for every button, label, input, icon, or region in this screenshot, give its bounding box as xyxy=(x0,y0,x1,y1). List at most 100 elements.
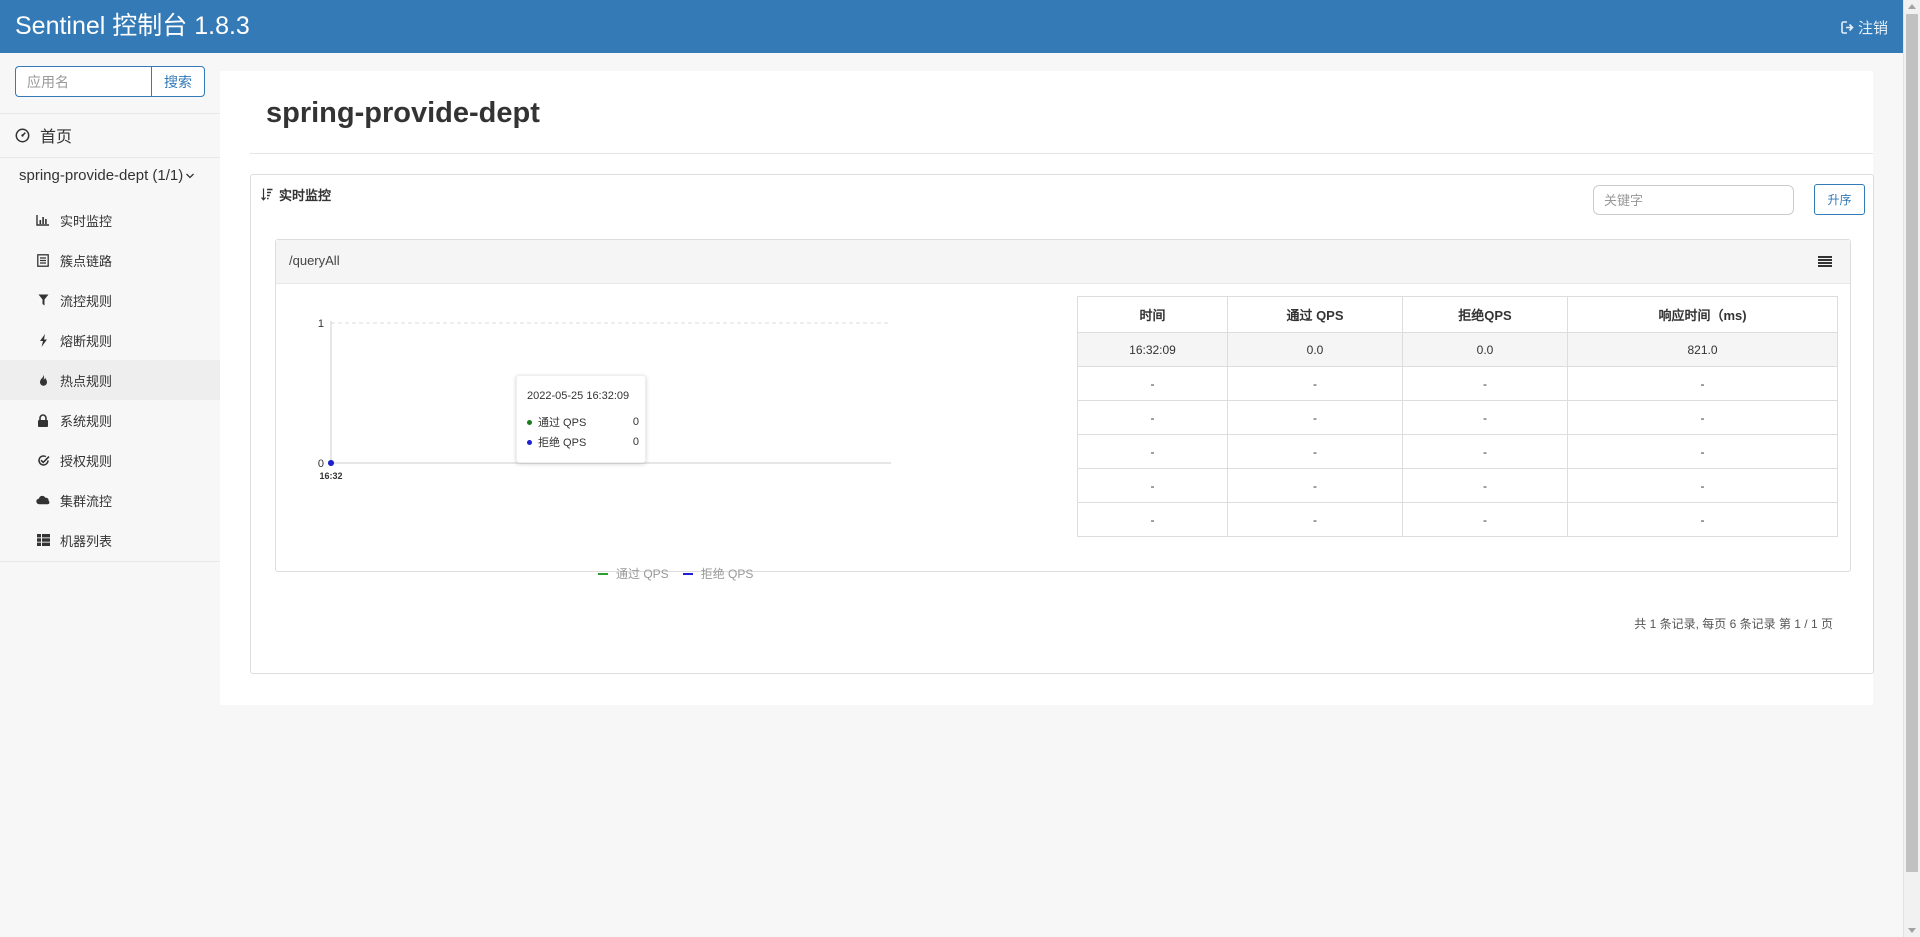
table-cell: - xyxy=(1077,502,1228,537)
scroll-down-arrow-icon[interactable] xyxy=(1908,928,1916,933)
menu-label: 熔断规则 xyxy=(60,333,113,349)
th-block-qps: 拒绝QPS xyxy=(1402,296,1568,333)
chart-legend: 通过 QPS 拒绝 QPS xyxy=(598,565,753,582)
table-row: - - - - xyxy=(1077,366,1838,401)
app-search: 搜索 xyxy=(15,66,205,97)
table-header-row: 时间 通过 QPS 拒绝QPS 响应时间（ms) xyxy=(1077,296,1838,333)
table-row: - - - - xyxy=(1077,468,1838,503)
scroll-up-arrow-icon[interactable] xyxy=(1908,4,1916,9)
keyword-input[interactable] xyxy=(1593,185,1794,215)
menu-label: 簇点链路 xyxy=(60,253,113,269)
menu-label: 流控规则 xyxy=(60,293,113,309)
menu-hamburger-icon[interactable] xyxy=(1818,256,1832,267)
table-cell: - xyxy=(1402,468,1568,503)
legend-item-block[interactable]: 拒绝 QPS xyxy=(682,565,754,582)
tooltip-label: 拒绝 QPS xyxy=(538,437,587,449)
resource-card-header: /queryAll xyxy=(276,240,1850,284)
legend-label: 拒绝 QPS xyxy=(700,567,754,581)
sign-out-icon xyxy=(1841,21,1854,34)
sidebar-divider xyxy=(0,157,220,158)
pagination-info: 共 1 条记录, 每页 6 条记录 第 1 / 1 页 xyxy=(1634,617,1833,631)
table-cell: - xyxy=(1567,366,1838,401)
sidebar-item-home[interactable]: 首页 xyxy=(15,123,72,147)
sidebar-item-authority-rules[interactable]: 授权规则 xyxy=(0,440,220,480)
series-point-1 xyxy=(328,460,334,466)
legend-item-pass[interactable]: 通过 QPS xyxy=(598,565,669,582)
th-time: 时间 xyxy=(1077,296,1228,333)
chevron-down-icon xyxy=(186,173,195,178)
app-search-input[interactable] xyxy=(15,66,151,97)
table-cell: - xyxy=(1077,400,1228,435)
sidebar-item-degrade-rules[interactable]: 熔断规则 xyxy=(0,320,220,360)
lock-icon xyxy=(36,413,50,427)
menu-label: 机器列表 xyxy=(60,533,113,549)
tooltip-row-block: 拒绝 QPS 0 xyxy=(527,434,639,450)
table-row: - - - - xyxy=(1077,400,1838,435)
sidebar-item-realtime-monitor[interactable]: 实时监控 xyxy=(0,200,220,240)
legend-swatch-pass xyxy=(598,572,608,575)
menu-label: 集群流控 xyxy=(60,493,113,509)
table-cell: - xyxy=(1402,366,1568,401)
table-cell: - xyxy=(1402,502,1568,537)
dashboard-icon xyxy=(15,128,30,142)
tooltip-dot-block xyxy=(527,439,532,445)
sidebar-item-cluster-flow[interactable]: 集群流控 xyxy=(0,480,220,520)
table-cell: - xyxy=(1227,366,1403,401)
sidebar-item-flow-rules[interactable]: 流控规则 xyxy=(0,280,220,320)
th-pass-qps: 通过 QPS xyxy=(1227,296,1403,333)
brand-title[interactable]: Sentinel 控制台 1.8.3 xyxy=(15,10,250,42)
x-tick-label: 16:32 xyxy=(319,471,342,481)
menu-label: 实时监控 xyxy=(60,213,113,229)
sidebar: 搜索 首页 spring-provide-dept (1/1) 实时监控 簇点链… xyxy=(0,53,220,937)
legend-label: 通过 QPS xyxy=(616,567,669,581)
menu-label: 授权规则 xyxy=(60,453,113,469)
tooltip-value: 0 xyxy=(632,416,639,428)
tooltip-time: 2022-05-25 16:32:09 xyxy=(527,390,630,402)
app-label: spring-provide-dept (1/1) xyxy=(19,167,184,184)
qps-line-chart: 1 0 16:32 2022-05-25 16:32:09 通过 QPS 0 拒绝 … xyxy=(286,290,906,581)
th-rt: 响应时间（ms) xyxy=(1567,296,1838,333)
fire-icon xyxy=(36,373,50,387)
tooltip-dot-pass xyxy=(527,419,532,425)
table-cell: - xyxy=(1227,468,1403,503)
table-cell: - xyxy=(1402,400,1568,435)
logout-label: 注销 xyxy=(1857,20,1888,37)
filter-icon xyxy=(36,293,50,307)
table-cell: - xyxy=(1227,434,1403,469)
table-cell: - xyxy=(1567,468,1838,503)
y-tick-label: 1 xyxy=(318,318,324,330)
table-row: 16:32:09 0.0 0.0 821.0 xyxy=(1077,332,1838,367)
main-content: spring-provide-dept 实时监控 升序 /queryAll 1 0… xyxy=(220,71,1874,705)
menu-label: 系统规则 xyxy=(60,413,113,429)
tooltip-label: 通过 QPS xyxy=(538,417,587,429)
panel-title: 实时监控 xyxy=(279,188,332,203)
bar-chart-icon xyxy=(36,213,50,227)
title-divider xyxy=(250,153,1873,154)
scroll-thumb[interactable] xyxy=(1906,14,1918,872)
table-cell: - xyxy=(1227,400,1403,435)
logout-link[interactable]: 注销 xyxy=(1841,17,1888,38)
search-button[interactable]: 搜索 xyxy=(151,66,205,97)
legend-swatch-block xyxy=(682,572,693,575)
table-cell: - xyxy=(1077,434,1228,469)
vertical-scrollbar[interactable] xyxy=(1903,0,1920,937)
table-cell: - xyxy=(1077,468,1228,503)
menu-label: 热点规则 xyxy=(60,373,113,389)
sidebar-item-system-rules[interactable]: 系统规则 xyxy=(0,400,220,440)
table-cell: 821.0 xyxy=(1567,332,1838,367)
table-cell: - xyxy=(1567,400,1838,435)
table-row: - - - - xyxy=(1077,502,1838,537)
sort-asc-button[interactable]: 升序 xyxy=(1814,184,1865,215)
sidebar-item-cluster-point-link[interactable]: 簇点链路 xyxy=(0,240,220,280)
table-cell: - xyxy=(1567,434,1838,469)
sidebar-item-hot-param-rules[interactable]: 热点规则 xyxy=(0,360,220,400)
sidebar-app-spring-provide-dept[interactable]: spring-provide-dept (1/1) xyxy=(19,167,195,184)
table-cell: - xyxy=(1077,366,1228,401)
home-label: 首页 xyxy=(40,129,73,146)
sort-amount-icon xyxy=(261,188,273,201)
table-cell: - xyxy=(1402,434,1568,469)
metrics-table: 时间 通过 QPS 拒绝QPS 响应时间（ms) 16:32:09 0.0 0.… xyxy=(1077,296,1838,537)
table-cell: 0.0 xyxy=(1402,332,1568,367)
sidebar-item-machine-list[interactable]: 机器列表 xyxy=(0,520,220,560)
y-tick-label: 0 xyxy=(318,458,324,470)
